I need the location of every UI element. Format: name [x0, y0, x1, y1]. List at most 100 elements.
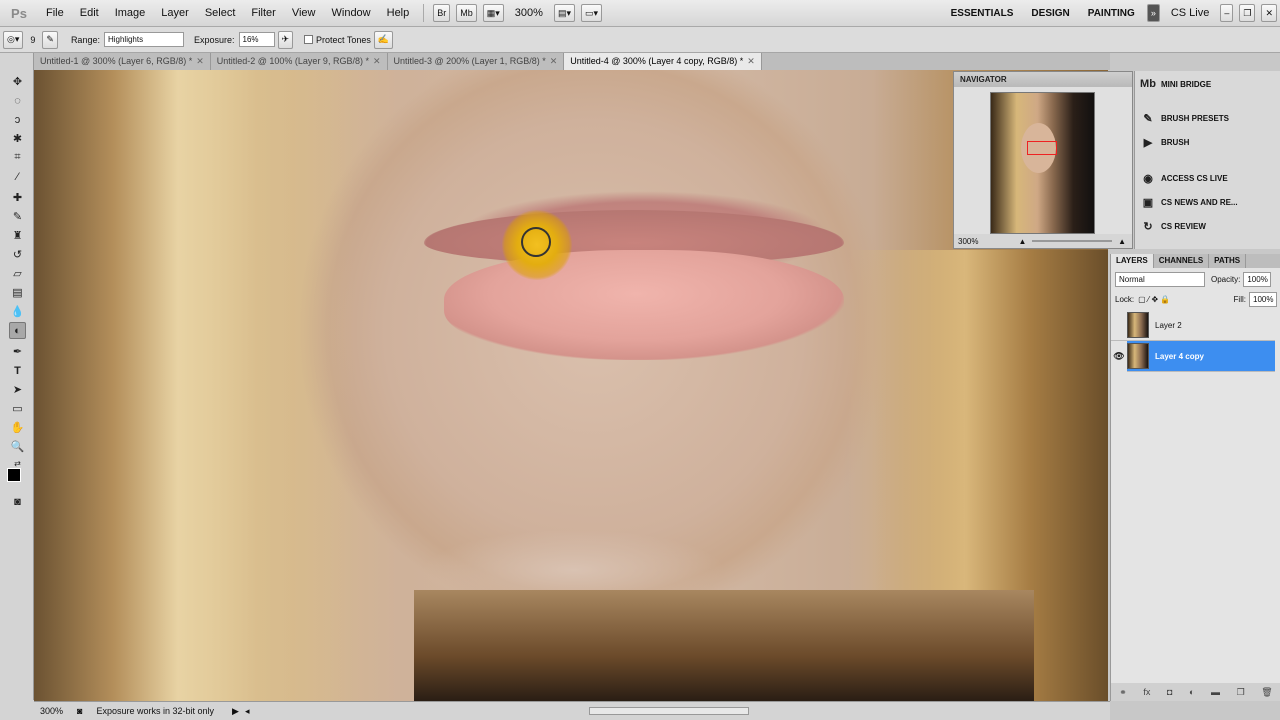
dock-access-cs-live[interactable]: ◉ ACCESS CS LIVE [1135, 168, 1280, 188]
eye-icon[interactable]: 👁 [1111, 340, 1127, 372]
tab-layers[interactable]: LAYERS [1111, 254, 1154, 268]
menu-select[interactable]: Select [197, 0, 244, 27]
dock-brush-presets[interactable]: ✎ BRUSH PRESETS [1135, 108, 1280, 128]
delete-layer-icon[interactable]: 🗑 [1261, 687, 1272, 698]
layer-row-layer-2[interactable]: Layer 2 [1111, 310, 1275, 341]
minimize-icon[interactable]: – [1220, 4, 1234, 22]
brush-size[interactable]: 9 [30, 35, 35, 45]
status-arrow-icon[interactable]: ▶ [232, 706, 239, 717]
lock-icons[interactable]: ▢ ⁄ ✥ 🔒 [1138, 295, 1170, 304]
layer-row-layer-4-copy[interactable]: 👁 Layer 4 copy [1111, 340, 1275, 372]
shape-tool-icon[interactable]: ▭ [9, 400, 26, 417]
zoom-in-icon[interactable]: ▲ [1118, 237, 1126, 246]
marquee-tool-icon[interactable]: ◌ [9, 92, 26, 109]
view-extras-button[interactable]: ▦▾ [482, 4, 504, 22]
move-tool-icon[interactable]: ✥ [9, 73, 26, 90]
tab-untitled-2[interactable]: Untitled-2 @ 100% (Layer 9, RGB/8) * ✕ [211, 53, 388, 70]
zoom-slider[interactable] [1032, 240, 1113, 242]
close-icon[interactable]: ✕ [196, 56, 204, 66]
link-layers-icon[interactable]: ⚭ [1119, 687, 1127, 698]
dock-brush[interactable]: ▶ BRUSH [1135, 132, 1280, 152]
navigator-zoom[interactable]: 300% [958, 237, 978, 246]
tab-untitled-4[interactable]: Untitled-4 @ 300% (Layer 4 copy, RGB/8) … [564, 53, 762, 70]
navigator-thumbnail[interactable] [990, 92, 1095, 234]
opacity-input[interactable]: 100% [1243, 272, 1272, 287]
app-logo: Ps [11, 5, 27, 21]
brush-panel-toggle-icon[interactable]: ✎ [42, 30, 58, 49]
fill-input[interactable]: 100% [1249, 292, 1277, 307]
clone-stamp-tool-icon[interactable]: ♜ [9, 227, 26, 244]
airbrush-icon[interactable]: ✈ [277, 30, 294, 49]
restore-icon[interactable]: ❐ [1239, 4, 1256, 22]
layer-thumbnail [1127, 343, 1149, 369]
type-tool-icon[interactable]: T [9, 362, 26, 379]
tool-preset-picker[interactable]: ◎▾ [3, 30, 24, 49]
zoom-level-select[interactable]: 300% [507, 0, 551, 27]
protect-tones-checkbox[interactable] [304, 35, 314, 44]
menu-file[interactable]: File [38, 0, 72, 27]
new-group-icon[interactable]: ▬ [1211, 687, 1220, 697]
workspace-painting[interactable]: PAINTING [1079, 8, 1144, 19]
hand-tool-icon[interactable]: ✋ [9, 419, 26, 436]
new-layer-icon[interactable]: ❐ [1237, 687, 1245, 698]
navigator-title[interactable]: NAVIGATOR [954, 72, 1132, 87]
blend-mode-select[interactable]: Normal [1115, 272, 1205, 287]
close-icon[interactable]: ✕ [550, 56, 558, 66]
more-workspaces-icon[interactable]: » [1146, 4, 1160, 22]
navigator-view-box[interactable] [1027, 141, 1057, 155]
horizontal-scrollbar[interactable] [589, 707, 750, 715]
menu-image[interactable]: Image [107, 0, 154, 27]
menu-filter[interactable]: Filter [243, 0, 283, 27]
pressure-size-icon[interactable]: ✍ [373, 30, 394, 49]
healing-brush-tool-icon[interactable]: ✚ [9, 189, 26, 206]
close-icon[interactable]: ✕ [373, 56, 381, 66]
menu-edit[interactable]: Edit [72, 0, 107, 27]
menu-view[interactable]: View [284, 0, 324, 27]
tab-untitled-3[interactable]: Untitled-3 @ 200% (Layer 1, RGB/8) * ✕ [388, 53, 565, 70]
dock-mini-bridge[interactable]: Mb MINI BRIDGE [1135, 74, 1280, 94]
close-icon[interactable]: ✕ [1261, 4, 1277, 22]
layer-mask-icon[interactable]: ◘ [1167, 687, 1172, 697]
brush-tool-icon[interactable]: ✎ [9, 208, 26, 225]
zoom-tool-icon[interactable]: 🔍 [9, 438, 26, 455]
blur-tool-icon[interactable]: 💧 [9, 303, 26, 320]
quick-mask-icon[interactable]: ◙ [9, 493, 26, 510]
menu-window[interactable]: Window [324, 0, 379, 27]
cs-live-button[interactable]: CS Live [1163, 0, 1218, 27]
close-icon[interactable]: ✕ [747, 56, 755, 66]
panel-dock: Mb MINI BRIDGE ✎ BRUSH PRESETS ▶ BRUSH ◉ ACC… [1134, 71, 1280, 249]
dock-cs-news[interactable]: ▣ CS NEWS AND RE... [1135, 192, 1280, 212]
range-select[interactable]: Highlights [103, 32, 184, 47]
lasso-tool-icon[interactable]: ↄ [9, 111, 26, 128]
tab-channels[interactable]: CHANNELS [1154, 254, 1210, 268]
bridge-button[interactable]: Br [433, 4, 451, 22]
crop-tool-icon[interactable]: ⌗ [9, 149, 26, 166]
path-select-tool-icon[interactable]: ➤ [9, 381, 26, 398]
scroll-left-icon[interactable]: ◂ [245, 706, 250, 717]
dodge-tool-icon[interactable]: ◐ [9, 322, 26, 339]
dock-cs-review[interactable]: ↻ CS REVIEW [1135, 216, 1280, 236]
gradient-tool-icon[interactable]: ▤ [9, 284, 26, 301]
history-brush-tool-icon[interactable]: ↺ [9, 246, 26, 263]
quick-select-tool-icon[interactable]: ✱ [9, 130, 26, 147]
adjustment-layer-icon[interactable]: ◐ [1189, 687, 1194, 697]
eyedropper-tool-icon[interactable]: ⁄ [9, 168, 26, 185]
document-canvas[interactable] [34, 70, 1108, 701]
screen-mode-button[interactable]: ▭▾ [580, 4, 602, 22]
menu-help[interactable]: Help [379, 0, 418, 27]
status-zoom[interactable]: 300% [40, 706, 63, 716]
layer-style-icon[interactable]: fx [1143, 687, 1150, 697]
tab-paths[interactable]: PATHS [1209, 254, 1247, 268]
tab-untitled-1[interactable]: Untitled-1 @ 300% (Layer 6, RGB/8) * ✕ [34, 53, 211, 70]
zoom-out-icon[interactable]: ▲ [1018, 237, 1026, 246]
workspace-design[interactable]: DESIGN [1022, 8, 1078, 19]
mini-bridge-button[interactable]: Mb [456, 4, 477, 22]
workspace-essentials[interactable]: ESSENTIALS [942, 8, 1023, 19]
arrange-documents-button[interactable]: ▤▾ [553, 4, 575, 22]
exposure-input[interactable]: 16% [238, 32, 275, 47]
menu-layer[interactable]: Layer [153, 0, 197, 27]
pen-tool-icon[interactable]: ✒ [9, 343, 26, 360]
image-hair-left [34, 70, 354, 701]
eraser-tool-icon[interactable]: ▱ [9, 265, 26, 282]
foreground-color-swatch[interactable] [7, 468, 21, 482]
